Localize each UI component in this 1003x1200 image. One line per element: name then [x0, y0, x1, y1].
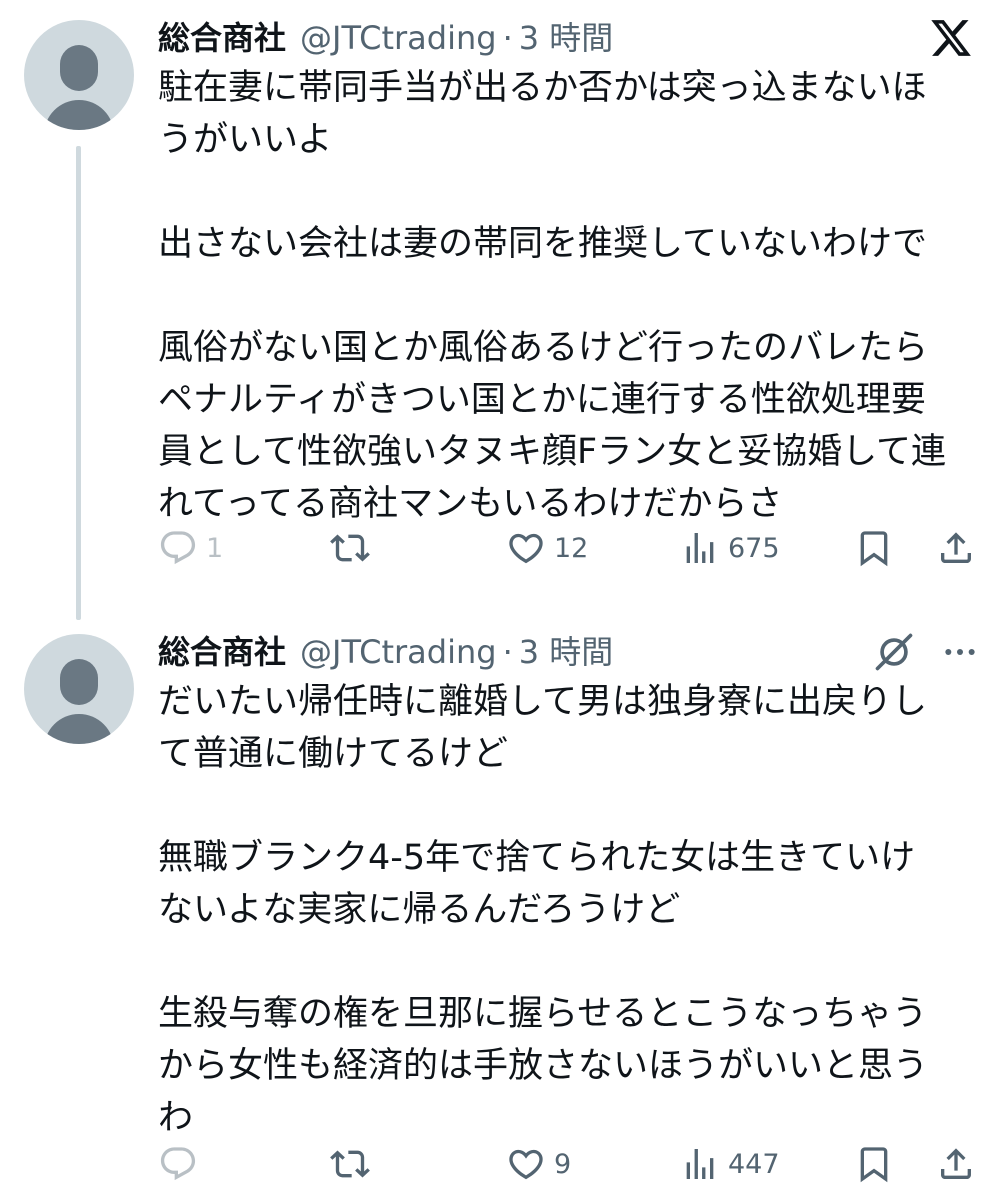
views-icon: [686, 1149, 714, 1179]
reply-button[interactable]: [158, 1134, 206, 1194]
retweet-button[interactable]: [330, 518, 378, 578]
thread-connector-line: [76, 146, 81, 620]
avatar-head: [60, 45, 98, 91]
tweet-actions: 1 12 675: [158, 518, 988, 578]
like-button[interactable]: 9: [506, 1134, 571, 1194]
user-handle[interactable]: @JTCtrading: [300, 630, 497, 674]
views-button[interactable]: 675: [680, 518, 780, 578]
tweet-header: 総合商社 @JTCtrading · 3 時間: [158, 630, 613, 674]
bookmark-icon: [860, 531, 888, 567]
share-button[interactable]: [936, 518, 976, 578]
avatar-shoulders: [44, 100, 114, 130]
separator-dot: ·: [502, 19, 513, 57]
views-icon: [686, 533, 714, 563]
avatar[interactable]: [24, 20, 134, 130]
tweet-timestamp[interactable]: 3 時間: [519, 16, 614, 60]
bookmark-button[interactable]: [854, 1134, 894, 1194]
more-icon[interactable]: [938, 632, 982, 672]
reply-count: 1: [206, 532, 224, 564]
views-button[interactable]: 447: [680, 1134, 780, 1194]
separator-dot: ·: [502, 633, 513, 671]
view-count: 675: [728, 532, 780, 564]
like-button[interactable]: 12: [506, 518, 588, 578]
heart-icon: [509, 1149, 543, 1180]
like-count: 9: [554, 1148, 572, 1180]
like-count: 12: [554, 532, 589, 564]
retweet-button[interactable]: [330, 1134, 378, 1194]
retweet-icon: [330, 1150, 370, 1178]
share-button[interactable]: [936, 1134, 976, 1194]
display-name[interactable]: 総合商社: [158, 630, 286, 674]
display-name[interactable]: 総合商社: [158, 16, 286, 60]
tweet-header: 総合商社 @JTCtrading · 3 時間: [158, 16, 613, 60]
reply-icon: [160, 1147, 196, 1181]
avatar-head: [60, 659, 98, 705]
grok-icon[interactable]: [872, 630, 916, 674]
bookmark-button[interactable]: [854, 518, 894, 578]
bookmark-icon: [860, 1147, 888, 1183]
tweet-timestamp[interactable]: 3 時間: [519, 630, 614, 674]
avatar[interactable]: [24, 634, 134, 744]
tweet-text: 駐在妻に帯同手当が出るか否かは突っ込まないほ うがいいよ 出さない会社は妻の帯同…: [158, 68, 947, 524]
heart-icon: [509, 533, 543, 564]
avatar-shoulders: [44, 714, 114, 744]
tweet-actions: 9 447: [158, 1134, 988, 1194]
x-logo-icon: [931, 20, 971, 56]
tweet-text: だいたい帰任時に離婚して男は独身寮に出戻りし て普通に働けてるけど 無職ブランク…: [158, 682, 929, 1138]
user-handle[interactable]: @JTCtrading: [300, 16, 497, 60]
view-count: 447: [728, 1148, 780, 1180]
tweet[interactable]: 総合商社 @JTCtrading · 3 時間 駐在妻に帯同手当が出るか否かは突…: [0, 0, 1003, 620]
tweet[interactable]: 総合商社 @JTCtrading · 3 時間 だいたい帰任時に離婚して男は独身…: [0, 620, 1003, 1200]
retweet-icon: [330, 534, 370, 562]
reply-icon: [160, 531, 196, 565]
share-icon: [941, 1148, 971, 1179]
share-icon: [941, 532, 971, 563]
reply-button[interactable]: 1: [158, 518, 223, 578]
